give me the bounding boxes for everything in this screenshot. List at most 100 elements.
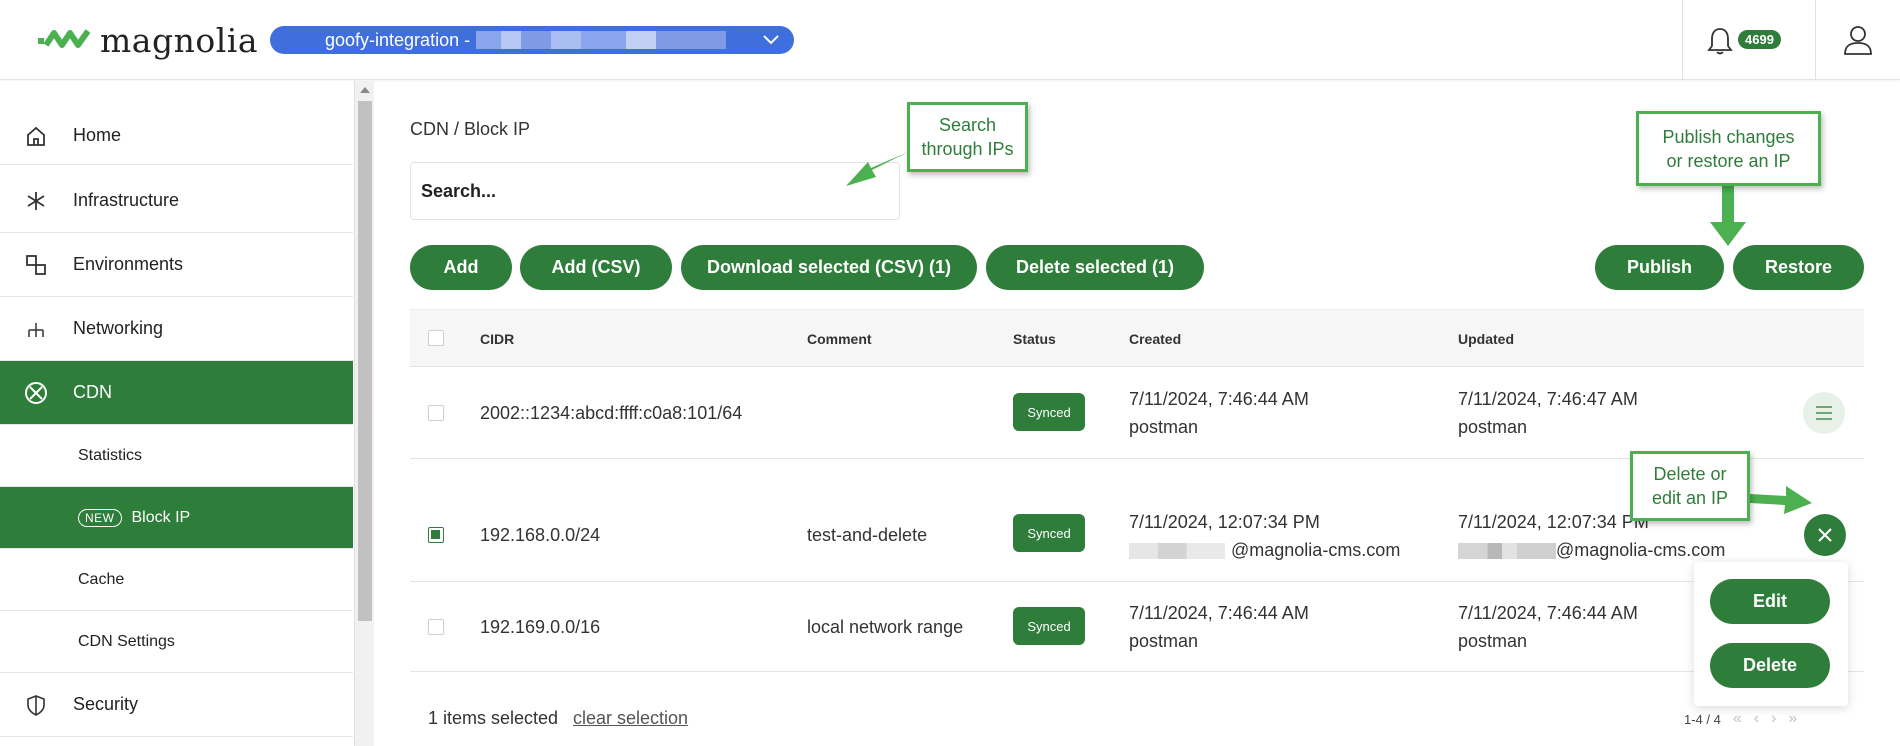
environments-icon <box>24 253 48 277</box>
sidebar-item-label: Statistics <box>78 446 143 464</box>
divider <box>1815 0 1816 80</box>
cdn-icon <box>24 381 48 405</box>
created-date: 7/11/2024, 7:46:44 AM <box>1129 603 1309 623</box>
notification-badge: 4699 <box>1738 30 1781 49</box>
updated-by: @magnolia-cms.com <box>1556 540 1726 560</box>
sidebar-item-cache[interactable]: Cache <box>0 549 353 611</box>
sidebar-item-label: Home <box>73 125 122 145</box>
close-row-menu-button[interactable] <box>1804 514 1846 556</box>
callout-delete: Delete or edit an IP <box>1630 451 1750 521</box>
cidr-cell: 192.169.0.0/16 <box>480 617 601 637</box>
prev-page-icon[interactable]: ‹ <box>1754 710 1759 728</box>
environment-id-redacted <box>476 31 727 49</box>
comment-cell: local network range <box>807 617 964 637</box>
sidebar-item-home[interactable]: Home <box>0 107 353 165</box>
created-by: @magnolia-cms.com <box>1231 540 1401 560</box>
created-by: postman <box>1129 631 1199 651</box>
redacted-name <box>1458 543 1556 560</box>
sidebar-item-infrastructure[interactable]: Infrastructure <box>0 169 353 233</box>
next-page-icon[interactable]: › <box>1771 710 1776 728</box>
close-icon <box>1818 528 1832 542</box>
delete-button[interactable]: Delete <box>1710 643 1830 688</box>
last-page-icon[interactable]: » <box>1788 710 1797 728</box>
sidebar: Home Infrastructure Environments Network… <box>0 81 353 746</box>
status-badge: Synced <box>1013 514 1085 552</box>
download-selected-button[interactable]: Download selected (CSV) (1) <box>681 245 977 290</box>
divider <box>1682 0 1683 80</box>
row-action-menu: Edit Delete <box>1694 562 1848 706</box>
callout-search: Search through IPs <box>907 102 1028 172</box>
sidebar-item-label: Cache <box>78 570 125 588</box>
add-csv-button[interactable]: Add (CSV) <box>520 245 672 290</box>
user-icon[interactable] <box>1842 24 1874 56</box>
cidr-cell: 2002::1234:abcd:ffff:c0a8:101/64 <box>480 403 743 423</box>
row-checkbox[interactable] <box>428 405 444 421</box>
logo-text: magnolia <box>100 20 258 60</box>
column-header-updated[interactable]: Updated <box>1458 331 1514 347</box>
column-header-status[interactable]: Status <box>1013 331 1056 347</box>
status-badge: Synced <box>1013 393 1085 431</box>
publish-button[interactable]: Publish <box>1595 245 1724 290</box>
sidebar-item-statistics[interactable]: Statistics <box>0 425 353 487</box>
new-badge: NEW <box>78 508 122 527</box>
logo[interactable]: magnolia <box>36 20 258 60</box>
cidr-cell: 192.168.0.0/24 <box>480 525 601 545</box>
table-header: CIDR Comment Status Created Updated <box>410 309 1864 367</box>
row-checkbox[interactable] <box>428 527 444 543</box>
row-checkbox[interactable] <box>428 619 444 635</box>
first-page-icon[interactable]: « <box>1733 710 1742 728</box>
column-header-cidr[interactable]: CIDR <box>480 331 514 347</box>
status-badge: Synced <box>1013 607 1085 645</box>
sidebar-item-label: CDN <box>73 382 112 402</box>
column-header-created[interactable]: Created <box>1129 331 1181 347</box>
sidebar-item-cdn-settings[interactable]: CDN Settings <box>0 611 353 673</box>
search-input[interactable] <box>410 162 900 220</box>
row-menu-button[interactable] <box>1803 392 1845 434</box>
created-cell: 7/11/2024, 7:46:44 AM postman <box>1129 385 1309 441</box>
selection-count: 1 items selected <box>428 708 559 728</box>
created-date: 7/11/2024, 12:07:34 PM <box>1129 512 1320 532</box>
updated-cell: 7/11/2024, 7:46:44 AM postman <box>1458 599 1638 655</box>
shield-icon <box>24 693 48 717</box>
scrollbar-thumb[interactable] <box>358 101 372 621</box>
infrastructure-icon <box>24 189 48 213</box>
magnolia-logo-icon <box>38 29 91 48</box>
comment-cell: test-and-delete <box>807 525 928 545</box>
pagination: 1-4 / 4 « ‹ › » <box>1684 710 1797 728</box>
sidebar-item-networking[interactable]: Networking <box>0 297 353 361</box>
pagination-range: 1-4 / 4 <box>1684 711 1721 727</box>
created-by: postman <box>1129 417 1199 437</box>
restore-button[interactable]: Restore <box>1733 245 1864 290</box>
created-cell: 7/11/2024, 7:46:44 AM postman <box>1129 599 1309 655</box>
sidebar-item-environments[interactable]: Environments <box>0 233 353 297</box>
updated-cell: 7/11/2024, 7:46:47 AM postman <box>1458 385 1638 441</box>
sidebar-item-cdn[interactable]: CDN <box>0 361 353 425</box>
created-date: 7/11/2024, 7:46:44 AM <box>1129 389 1309 409</box>
sidebar-item-label: CDN Settings <box>78 632 175 650</box>
select-all-checkbox[interactable] <box>428 330 444 346</box>
edit-button[interactable]: Edit <box>1710 579 1830 624</box>
delete-selected-button[interactable]: Delete selected (1) <box>986 245 1204 290</box>
created-cell: 7/11/2024, 12:07:34 PM @magnolia-cms.com <box>1129 508 1400 564</box>
table-row[interactable]: 2002::1234:abcd:ffff:c0a8:101/64 Synced … <box>410 367 1864 459</box>
bell-icon[interactable] <box>1706 26 1734 56</box>
sidebar-item-label: Infrastructure <box>73 190 180 210</box>
scroll-up-arrow-icon[interactable] <box>360 87 370 93</box>
environment-selector[interactable]: goofy-integration - <box>270 26 794 54</box>
sidebar-scrollbar[interactable] <box>354 81 374 746</box>
updated-by: postman <box>1458 631 1528 651</box>
column-header-comment[interactable]: Comment <box>807 331 872 347</box>
created-by-wrap: @magnolia-cms.com <box>1129 536 1400 564</box>
updated-by: postman <box>1458 417 1528 437</box>
sidebar-item-label: Block IP <box>131 508 191 526</box>
environment-name: goofy-integration - <box>325 29 471 50</box>
networking-icon <box>24 317 48 341</box>
clear-selection-link[interactable]: clear selection <box>573 708 688 729</box>
table-row[interactable]: 192.169.0.0/16 local network range Synce… <box>410 582 1864 672</box>
top-bar: magnolia goofy-integration - 4699 <box>0 0 1900 80</box>
sidebar-item-block-ip[interactable]: NEW Block IP <box>0 487 353 549</box>
sidebar-item-security[interactable]: Security <box>0 673 353 737</box>
updated-by-wrap: @magnolia-cms.com <box>1458 536 1725 564</box>
updated-date: 7/11/2024, 7:46:44 AM <box>1458 603 1638 623</box>
add-button[interactable]: Add <box>410 245 512 290</box>
